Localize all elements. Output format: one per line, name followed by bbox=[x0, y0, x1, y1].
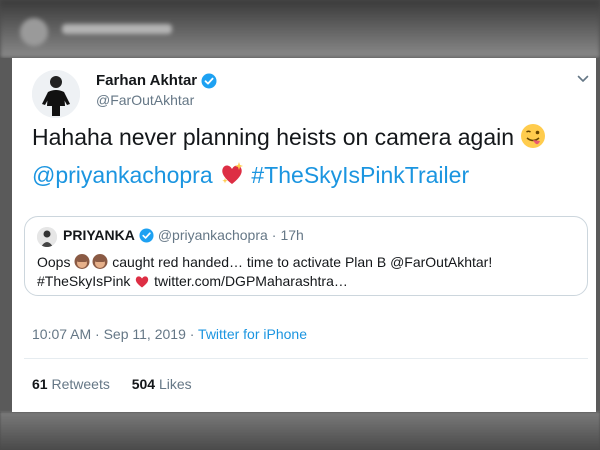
verified-badge-icon bbox=[139, 227, 154, 243]
verified-badge-icon bbox=[201, 73, 217, 89]
see-no-evil-monkey-emoji bbox=[74, 253, 108, 273]
separator-dot: · bbox=[271, 227, 277, 243]
author-name-row: Farhan Akhtar bbox=[96, 72, 217, 89]
quoted-time: 17h bbox=[280, 227, 304, 243]
tweet-source-link[interactable]: Twitter for iPhone bbox=[198, 326, 307, 342]
quoted-hashtag: #TheSkyIsPink bbox=[37, 273, 131, 289]
retweets-stat[interactable]: 61 Retweets bbox=[32, 376, 114, 392]
author-avatar[interactable] bbox=[32, 70, 80, 118]
blurred-avatar bbox=[20, 18, 48, 46]
quoted-author-name: PRIYANKA bbox=[63, 227, 135, 243]
likes-stat[interactable]: 504 Likes bbox=[132, 376, 192, 392]
tweet-timestamp[interactable]: 10:07 AM · Sep 11, 2019 · bbox=[32, 326, 194, 342]
tweet-card: Farhan Akhtar @FarOutAkhtar Hahaha never… bbox=[12, 58, 596, 412]
tweet-stats: 61 Retweets 504 Likes bbox=[32, 376, 210, 392]
author-handle[interactable]: @FarOutAkhtar bbox=[96, 92, 194, 108]
retweets-label: Retweets bbox=[51, 376, 110, 392]
tweet-meta: 10:07 AM · Sep 11, 2019 · Twitter for iP… bbox=[32, 326, 307, 342]
quoted-text-line2: #TheSkyIsPink twitter.com/DGPMaharashtra… bbox=[37, 273, 348, 292]
sparkling-heart-emoji bbox=[219, 161, 245, 196]
quoted-author-handle: @priyankachopra bbox=[157, 227, 268, 243]
quoted-link: twitter.com/DGPMaharashtra… bbox=[154, 273, 348, 289]
likes-label: Likes bbox=[158, 376, 192, 392]
quoted-text-line1: Oops caught red handed… time to activate bbox=[37, 253, 492, 273]
tweet-text: Hahaha never planning heists on camera a… bbox=[32, 120, 582, 196]
hashtag-link[interactable]: #TheSkyIsPinkTrailer bbox=[251, 162, 469, 188]
likes-count: 504 bbox=[131, 376, 156, 392]
mention-link[interactable]: @priyankachopra bbox=[32, 162, 213, 188]
tweet-text-line: Hahaha never planning heists on camera a… bbox=[32, 124, 515, 150]
chevron-down-icon[interactable] bbox=[576, 72, 590, 86]
quoted-text-end: caught red handed… time to activate Plan… bbox=[112, 254, 493, 270]
divider bbox=[24, 358, 588, 359]
background-right bbox=[596, 58, 600, 412]
blurred-text bbox=[62, 24, 172, 34]
background-blur-top bbox=[0, 0, 600, 58]
winking-face-tongue-emoji bbox=[520, 123, 546, 158]
quoted-tweet[interactable]: PRIYANKA @priyankachopra · 17h Oops caug… bbox=[24, 216, 588, 296]
red-heart-emoji bbox=[134, 273, 150, 292]
background-blur-bottom bbox=[0, 412, 600, 450]
quoted-avatar[interactable] bbox=[37, 227, 57, 247]
quoted-text-start: Oops bbox=[37, 254, 71, 270]
author-name[interactable]: Farhan Akhtar bbox=[96, 72, 197, 89]
quoted-header: PRIYANKA @priyankachopra · 17h bbox=[63, 227, 304, 243]
retweets-count: 61 bbox=[32, 376, 48, 392]
background-left bbox=[0, 58, 12, 412]
